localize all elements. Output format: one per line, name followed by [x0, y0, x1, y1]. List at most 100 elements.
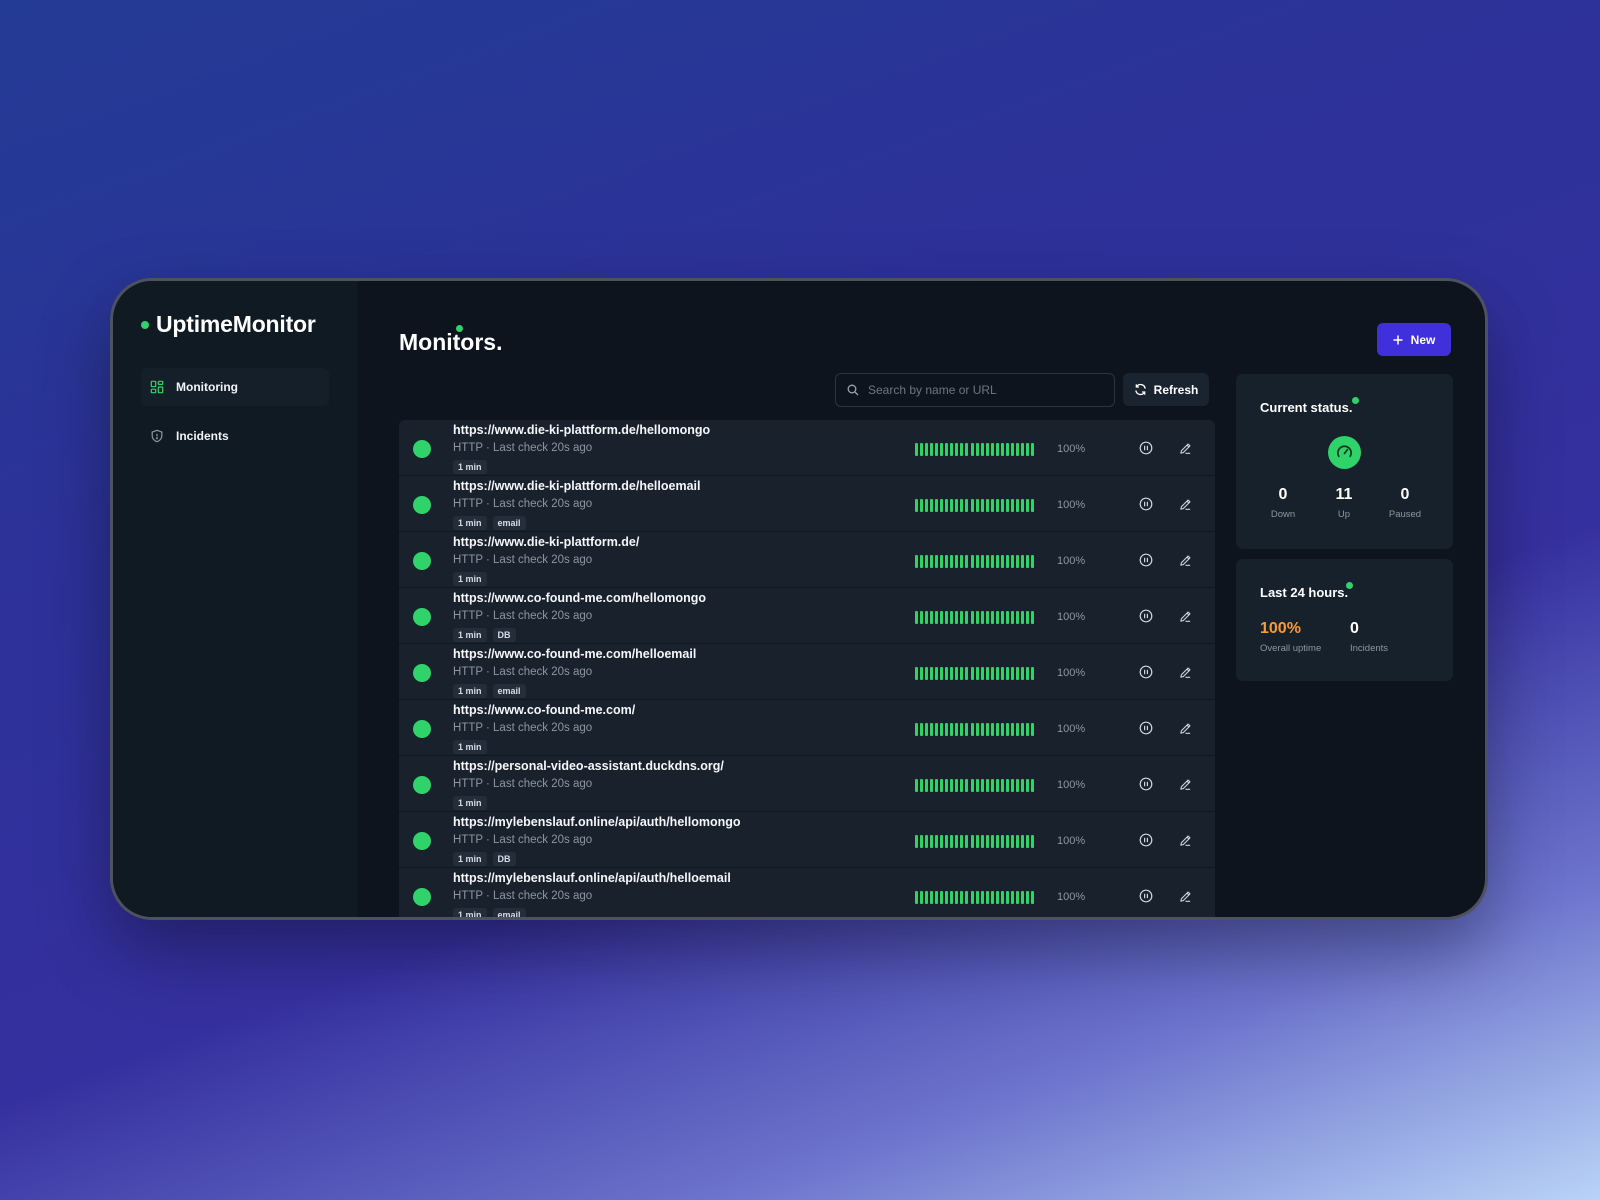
pause-button[interactable]	[1137, 831, 1155, 849]
stat-down: 0 Down	[1261, 486, 1305, 520]
heartbeat-bar	[965, 835, 969, 848]
heartbeat-bar	[990, 499, 994, 512]
pause-button[interactable]	[1137, 719, 1155, 737]
monitor-url[interactable]: https://mylebenslauf.online/api/auth/hel…	[453, 815, 741, 829]
heartbeat-bar	[930, 443, 934, 456]
table-row[interactable]: https://www.die-ki-plattform.de/helloema…	[399, 476, 1215, 532]
edit-button[interactable]	[1176, 663, 1194, 681]
table-row[interactable]: https://www.co-found-me.com/ HTTP · Last…	[399, 700, 1215, 756]
heartbeat-bar	[990, 891, 994, 904]
heartbeat-bar	[990, 667, 994, 680]
heartbeat-bar	[975, 443, 979, 456]
pause-button[interactable]	[1137, 607, 1155, 625]
edit-button[interactable]	[1176, 887, 1194, 905]
heartbeat-bar	[1026, 779, 1030, 792]
monitor-url[interactable]: https://personal-video-assistant.duckdns…	[453, 759, 724, 773]
heartbeat-bar	[950, 835, 954, 848]
pencil-icon	[1179, 834, 1191, 846]
heartbeat-bar	[965, 723, 969, 736]
search-input[interactable]	[868, 383, 1098, 397]
uptime-percent: 100%	[1057, 723, 1086, 735]
table-row[interactable]: https://mylebenslauf.online/api/auth/hel…	[399, 868, 1215, 917]
pause-button[interactable]	[1137, 887, 1155, 905]
table-row[interactable]: https://www.co-found-me.com/helloemail H…	[399, 644, 1215, 700]
monitor-url[interactable]: https://www.die-ki-plattform.de/	[453, 535, 639, 549]
pause-button[interactable]	[1137, 551, 1155, 569]
table-row[interactable]: https://www.die-ki-plattform.de/hellomon…	[399, 420, 1215, 476]
edit-button[interactable]	[1176, 719, 1194, 737]
edit-button[interactable]	[1176, 607, 1194, 625]
heartbeat-bar	[950, 555, 954, 568]
heartbeat-bar	[950, 611, 954, 624]
heartbeat-bar	[950, 779, 954, 792]
heartbeat-bars	[915, 835, 1035, 848]
monitor-url[interactable]: https://www.co-found-me.com/hellomongo	[453, 591, 706, 605]
stat-paused-label: Paused	[1388, 509, 1422, 520]
table-row[interactable]: https://www.die-ki-plattform.de/ HTTP · …	[399, 532, 1215, 588]
monitor-url[interactable]: https://www.co-found-me.com/helloemail	[453, 647, 696, 661]
edit-button[interactable]	[1176, 495, 1194, 513]
tag-badge: 1 min	[453, 460, 487, 474]
heartbeat-bar	[1026, 667, 1030, 680]
logo[interactable]: UptimeMonitor	[141, 311, 329, 338]
heartbeat-bar	[1031, 667, 1035, 680]
monitor-url[interactable]: https://www.die-ki-plattform.de/hellomon…	[453, 423, 710, 437]
heartbeat-bar	[955, 723, 959, 736]
pause-icon	[1139, 665, 1153, 679]
pause-button[interactable]	[1137, 495, 1155, 513]
monitor-url[interactable]: https://mylebenslauf.online/api/auth/hel…	[453, 871, 731, 885]
heartbeat-bar	[935, 835, 939, 848]
sidebar-item-monitoring[interactable]: Monitoring	[141, 368, 329, 406]
heartbeat-bar	[1000, 667, 1004, 680]
heartbeat-bar	[1020, 555, 1024, 568]
pause-button[interactable]	[1137, 775, 1155, 793]
heartbeat-bar	[945, 443, 949, 456]
sidebar-item-incidents[interactable]: Incidents	[141, 417, 329, 455]
heartbeat-bars	[915, 555, 1035, 568]
heartbeat-bar	[965, 443, 969, 456]
monitor-meta: HTTP · Last check 20s ago	[453, 722, 593, 734]
heartbeat-bar	[980, 891, 984, 904]
monitor-url[interactable]: https://www.die-ki-plattform.de/helloema…	[453, 479, 700, 493]
table-row[interactable]: https://personal-video-assistant.duckdns…	[399, 756, 1215, 812]
heartbeat-bar	[940, 723, 944, 736]
uptime-percent: 100%	[1057, 611, 1086, 623]
heartbeat-bar	[935, 443, 939, 456]
heartbeat-bar	[1005, 443, 1009, 456]
gauge-icon	[1328, 436, 1361, 469]
heartbeat-bar	[955, 835, 959, 848]
uptime-percent: 100%	[1057, 499, 1086, 511]
new-monitor-button[interactable]: New	[1377, 323, 1451, 356]
edit-button[interactable]	[1176, 551, 1194, 569]
edit-button[interactable]	[1176, 439, 1194, 457]
status-up-indicator	[413, 832, 431, 850]
table-row[interactable]: https://mylebenslauf.online/api/auth/hel…	[399, 812, 1215, 868]
search-box[interactable]	[835, 373, 1115, 407]
tag-badge: 1 min	[453, 516, 487, 530]
pencil-icon	[1179, 498, 1191, 510]
monitor-url[interactable]: https://www.co-found-me.com/	[453, 703, 635, 717]
table-row[interactable]: https://www.co-found-me.com/hellomongo H…	[399, 588, 1215, 644]
heartbeat-bar	[1005, 667, 1009, 680]
refresh-button[interactable]: Refresh	[1123, 373, 1209, 406]
heartbeat-bar	[985, 499, 989, 512]
heartbeat-bar	[970, 779, 974, 792]
heartbeat-bars	[915, 779, 1035, 792]
heartbeat-bar	[955, 555, 959, 568]
heartbeat-bar	[1015, 499, 1019, 512]
pencil-icon	[1179, 778, 1191, 790]
heartbeat-bar	[915, 443, 918, 456]
heartbeat-bar	[975, 667, 979, 680]
pause-button[interactable]	[1137, 439, 1155, 457]
heartbeat-bar	[1020, 891, 1024, 904]
heartbeat-bar	[980, 555, 984, 568]
heartbeat-bar	[955, 667, 959, 680]
pause-button[interactable]	[1137, 663, 1155, 681]
heartbeat-bar	[920, 891, 924, 904]
heartbeat-bar	[990, 443, 994, 456]
edit-button[interactable]	[1176, 831, 1194, 849]
edit-button[interactable]	[1176, 775, 1194, 793]
heartbeat-bar	[1015, 891, 1019, 904]
heartbeat-bar	[980, 667, 984, 680]
heartbeat-bar	[950, 667, 954, 680]
